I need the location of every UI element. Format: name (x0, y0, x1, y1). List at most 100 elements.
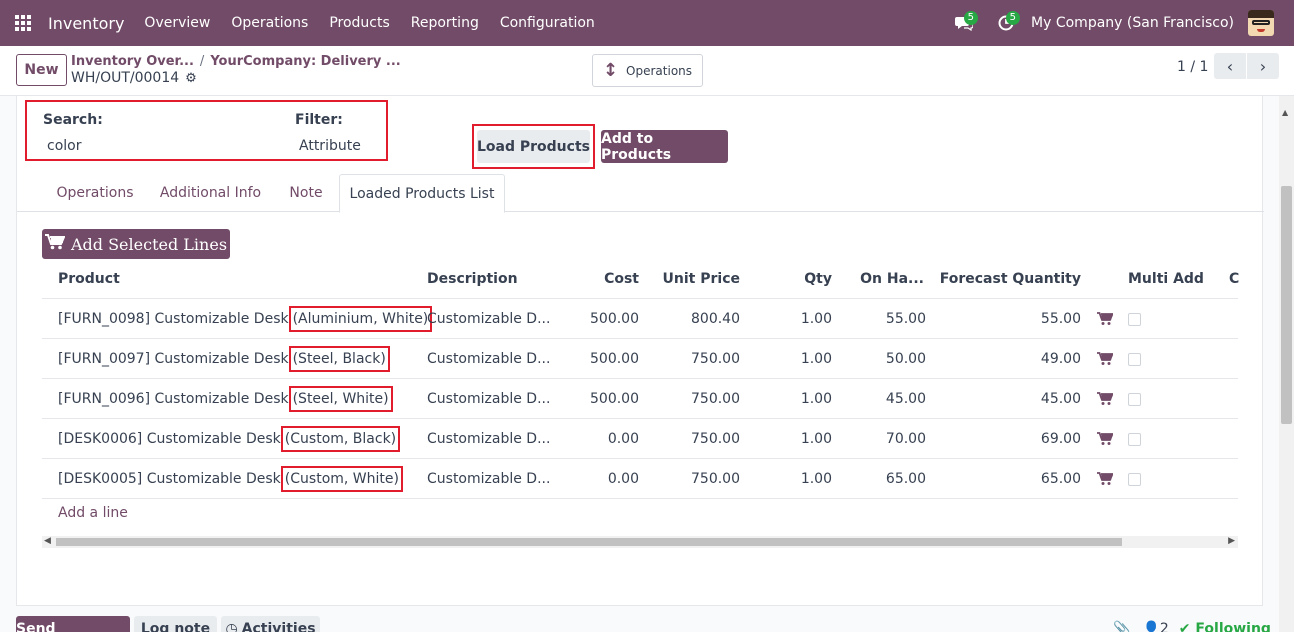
following-label: Following (1195, 621, 1271, 632)
multi-add-checkbox[interactable] (1128, 432, 1141, 446)
search-filter-highlight: Search: color Filter: Attribute (25, 100, 388, 161)
operations-smart-button-label: Operations (626, 63, 693, 78)
table-row[interactable]: [FURN_0097] Customizable Desk (Steel, Bla… (42, 339, 1238, 379)
send-message-button[interactable]: Send message (16, 616, 130, 632)
activities-badge: 5 (1005, 11, 1021, 25)
add-to-cart-icon[interactable] (1097, 459, 1113, 499)
add-to-cart-icon[interactable] (1097, 379, 1113, 419)
cell-qty-text: 1.00 (800, 391, 832, 407)
scroll-up-icon[interactable]: ▲ (1282, 108, 1288, 117)
multi-add-checkbox[interactable] (1128, 352, 1141, 366)
cell-cost-text: 0.00 (607, 431, 639, 447)
table-row[interactable]: [DESK0006] Customizable Desk (Custom, Bla… (42, 419, 1238, 459)
breadcrumb-delivery[interactable]: YourCompany: Delivery ... (210, 54, 400, 69)
header-forecast-quantity[interactable]: Forecast Quantity (932, 259, 1081, 299)
vertical-scroll-thumb[interactable] (1281, 186, 1292, 424)
cell-unit-price: 800.40 (642, 299, 740, 339)
scroll-left-icon[interactable]: ◀ (44, 536, 51, 546)
cell-product: [FURN_0096] Customizable Desk (Steel, Whi… (58, 379, 393, 419)
activities-button-label: Activities (241, 621, 316, 632)
cell-cost-text: 500.00 (590, 391, 639, 407)
tab-additional-info[interactable]: Additional Info (152, 174, 269, 212)
followers-button[interactable]: 👤2 (1142, 621, 1168, 632)
app-name[interactable]: Inventory (48, 14, 124, 33)
following-button[interactable]: ✔ Following (1179, 621, 1271, 632)
header-cost[interactable]: Cost (562, 259, 639, 299)
operations-smart-button[interactable]: ↕ Operations (592, 54, 703, 87)
person-icon: 👤 (1142, 621, 1160, 632)
menu-operations[interactable]: Operations (231, 15, 308, 31)
add-a-line-link[interactable]: Add a line (58, 505, 128, 521)
record-title: WH/OUT/00014 ⚙ (71, 70, 197, 86)
gear-icon[interactable]: ⚙ (185, 71, 197, 86)
messages-badge: 5 (963, 11, 979, 25)
cell-qty-text: 1.00 (800, 471, 832, 487)
cell-qty-text: 1.00 (800, 431, 832, 447)
horizontal-scroll-thumb[interactable] (56, 538, 1122, 546)
header-truncated[interactable]: C (1229, 259, 1239, 299)
cell-forecast-text: 45.00 (1040, 391, 1081, 407)
apps-menu-icon[interactable] (0, 0, 46, 46)
activities-button[interactable]: ◷ Activities (221, 616, 320, 632)
cell-forecast-text: 49.00 (1040, 351, 1081, 367)
vertical-scrollbar[interactable]: ▲ (1279, 96, 1294, 632)
tab-operations[interactable]: Operations (42, 174, 148, 212)
pager-value[interactable]: 1 / 1 (1177, 59, 1208, 75)
paperclip-icon[interactable]: 📎 (1113, 621, 1130, 632)
header-on-hand[interactable]: On Ha... (842, 259, 924, 299)
search-input[interactable]: color (47, 138, 81, 154)
header-description[interactable]: Description (427, 259, 518, 299)
table-row[interactable]: [FURN_0096] Customizable Desk (Steel, Whi… (42, 379, 1238, 419)
cell-qty: 1.00 (752, 299, 832, 339)
multi-add-checkbox-cell (1128, 339, 1141, 379)
new-button[interactable]: New (16, 54, 67, 86)
table-row[interactable]: [FURN_0098] Customizable Desk (Aluminium,… (42, 299, 1238, 339)
add-to-products-button[interactable]: Add to Products (601, 130, 728, 163)
variant-highlight: (Custom, White) (280, 466, 403, 492)
cell-unit-price: 750.00 (642, 379, 740, 419)
add-selected-lines-label: Add Selected Lines (70, 234, 228, 254)
variant-highlight: (Steel, White) (288, 386, 393, 412)
pager-next-button[interactable]: › (1247, 53, 1279, 79)
table-header: Product Description Cost Unit Price Qty … (42, 259, 1239, 299)
form-sheet: Search: color Filter: Attribute Load Pro… (16, 96, 1264, 606)
activities-clock-icon[interactable]: 5 (989, 0, 1023, 46)
load-products-button[interactable]: Load Products (477, 130, 590, 163)
header-multi-add[interactable]: Multi Add (1128, 259, 1204, 299)
cell-forecast-text: 69.00 (1040, 431, 1081, 447)
cell-cost: 0.00 (562, 419, 639, 459)
cell-description: Customizable D... (427, 299, 550, 339)
add-to-cart-icon[interactable] (1097, 299, 1113, 339)
cell-product: [DESK0006] Customizable Desk (Custom, Bla… (58, 419, 401, 459)
filter-select[interactable]: Attribute (299, 138, 361, 154)
cell-on-hand-text: 45.00 (885, 391, 926, 407)
menu-overview[interactable]: Overview (144, 15, 210, 31)
add-to-cart-icon[interactable] (1097, 339, 1113, 379)
multi-add-checkbox[interactable] (1128, 392, 1141, 406)
company-switcher[interactable]: My Company (San Francisco) (1031, 15, 1234, 31)
variant-highlight: (Steel, Black) (288, 346, 390, 372)
scroll-right-icon[interactable]: ▶ (1228, 536, 1235, 546)
messages-icon[interactable]: 5 (947, 0, 981, 46)
add-selected-lines-button[interactable]: Add Selected Lines (42, 229, 230, 259)
tab-loaded-products-list[interactable]: Loaded Products List (339, 174, 505, 213)
followers-count: 2 (1159, 621, 1169, 632)
menu-configuration[interactable]: Configuration (500, 15, 595, 31)
breadcrumb-inventory-overview[interactable]: Inventory Over... (71, 54, 194, 69)
menu-products[interactable]: Products (329, 15, 389, 31)
header-product[interactable]: Product (58, 259, 120, 299)
table-row[interactable]: [DESK0005] Customizable Desk (Custom, Whi… (42, 459, 1238, 499)
multi-add-checkbox-cell (1128, 379, 1141, 419)
menu-reporting[interactable]: Reporting (411, 15, 479, 31)
horizontal-scrollbar[interactable]: ◀ ▶ (42, 536, 1238, 548)
pager-previous-button[interactable]: ‹ (1214, 53, 1246, 79)
add-to-cart-icon[interactable] (1097, 419, 1113, 459)
header-unit-price[interactable]: Unit Price (642, 259, 740, 299)
multi-add-checkbox[interactable] (1128, 472, 1141, 486)
multi-add-checkbox[interactable] (1128, 312, 1141, 326)
header-qty[interactable]: Qty (752, 259, 832, 299)
user-avatar[interactable] (1248, 10, 1274, 36)
tab-note[interactable]: Note (273, 174, 339, 212)
cell-qty: 1.00 (752, 339, 832, 379)
log-note-button[interactable]: Log note (134, 616, 217, 632)
